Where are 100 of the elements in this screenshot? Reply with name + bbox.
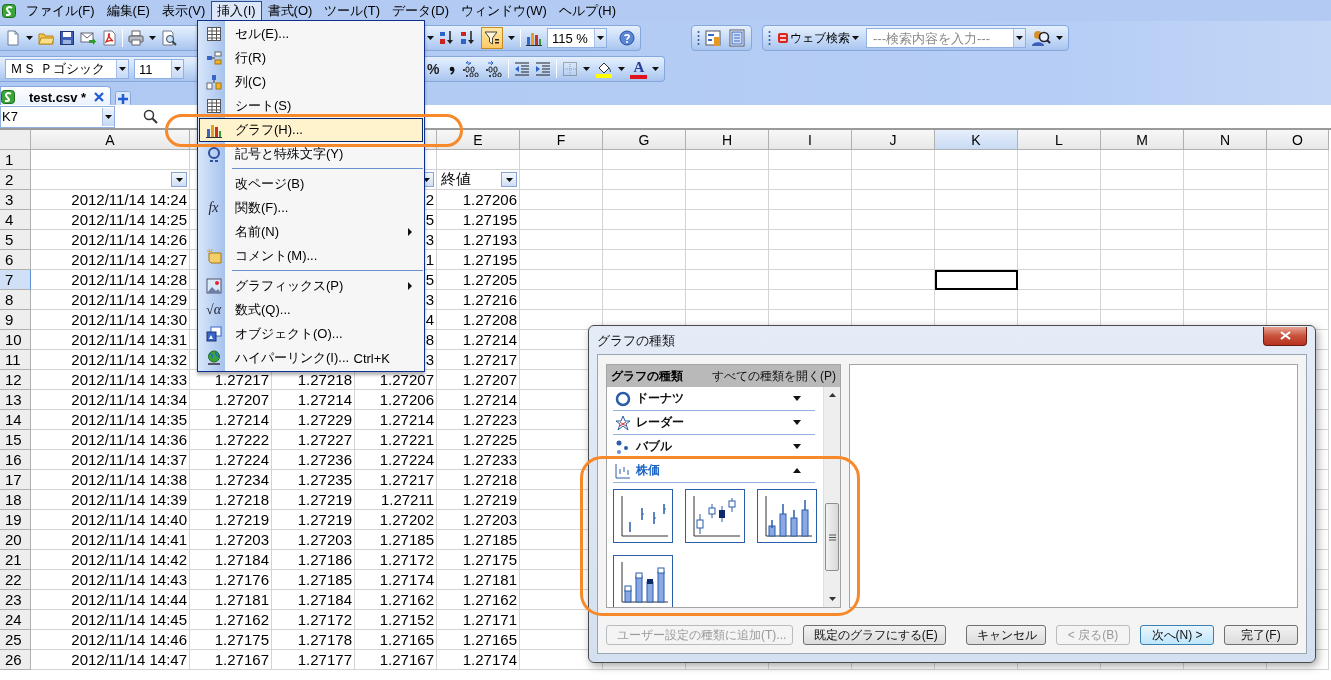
menu-item[interactable]: 行(R) bbox=[199, 46, 423, 70]
sort-descending-icon[interactable] bbox=[460, 30, 476, 46]
help-icon[interactable] bbox=[619, 30, 635, 46]
menu-item[interactable]: シート(S) bbox=[199, 94, 423, 118]
column-header[interactable]: L bbox=[1018, 130, 1101, 150]
row-header[interactable]: 8 bbox=[0, 290, 31, 310]
row-header[interactable]: 4 bbox=[0, 210, 31, 230]
row-header[interactable]: 18 bbox=[0, 490, 31, 510]
menu-bar-item[interactable]: データ(D) bbox=[385, 0, 455, 21]
dialog-button[interactable]: 次へ(N) > bbox=[1140, 625, 1214, 645]
column-header[interactable]: O bbox=[1267, 130, 1329, 150]
caret-icon[interactable] bbox=[119, 67, 126, 71]
column-header[interactable]: H bbox=[686, 130, 769, 150]
font-name-field[interactable]: ＭＳ Ｐゴシック bbox=[5, 59, 129, 79]
caret-icon[interactable] bbox=[1056, 36, 1063, 40]
search-icon[interactable] bbox=[1031, 29, 1051, 47]
caret-icon[interactable] bbox=[597, 36, 604, 40]
dialog-button[interactable]: 完了(F) bbox=[1224, 625, 1298, 645]
envelope-icon[interactable] bbox=[80, 30, 96, 46]
row-header[interactable]: 1 bbox=[0, 150, 31, 170]
toolbar-grip-icon[interactable] bbox=[768, 29, 771, 47]
row-header[interactable]: 13 bbox=[0, 390, 31, 410]
menu-item[interactable]: セル(E)... bbox=[199, 22, 423, 46]
row-header[interactable]: 24 bbox=[0, 610, 31, 630]
close-icon[interactable] bbox=[94, 92, 105, 102]
caret-icon[interactable] bbox=[149, 36, 156, 40]
toolbar-grip-icon[interactable] bbox=[697, 29, 700, 47]
expand-all-link[interactable]: すべての種類を開く(P) bbox=[712, 367, 836, 385]
caret-icon[interactable] bbox=[174, 67, 181, 71]
row-header[interactable]: 15 bbox=[0, 430, 31, 450]
font-color-button[interactable]: A bbox=[630, 59, 648, 79]
menu-bar-item[interactable]: ヘルプ(H) bbox=[552, 0, 622, 21]
caret-icon[interactable] bbox=[583, 67, 591, 71]
scroll-down-arrow-icon[interactable] bbox=[828, 597, 836, 601]
row-header[interactable]: 26 bbox=[0, 650, 31, 670]
row-header[interactable]: 5 bbox=[0, 230, 31, 250]
row-header[interactable]: 2 bbox=[0, 170, 31, 190]
caret-icon[interactable] bbox=[26, 36, 33, 40]
column-header[interactable]: K bbox=[935, 130, 1018, 150]
chart-category[interactable]: レーダー bbox=[613, 411, 815, 435]
scrollbar[interactable] bbox=[823, 387, 840, 607]
row-header[interactable]: 3 bbox=[0, 190, 31, 210]
caret-icon[interactable] bbox=[105, 114, 112, 119]
caret-icon[interactable] bbox=[852, 36, 859, 40]
row-header[interactable]: 7 bbox=[0, 270, 31, 290]
column-header[interactable]: A bbox=[31, 130, 190, 150]
row-header[interactable]: 11 bbox=[0, 350, 31, 370]
decrease-indent-icon[interactable] bbox=[514, 61, 531, 77]
menu-bar-item[interactable]: 表示(V) bbox=[155, 0, 212, 21]
chart-category[interactable]: ドーナツ bbox=[613, 387, 815, 411]
row-header[interactable]: 20 bbox=[0, 530, 31, 550]
search-field[interactable]: ---検索内容を入力--- bbox=[866, 28, 1026, 48]
caret-icon[interactable] bbox=[508, 36, 515, 40]
web-search-button[interactable]: ウェブ検索 bbox=[776, 28, 861, 48]
row-header[interactable]: 12 bbox=[0, 370, 31, 390]
zoom-field[interactable]: 115 % bbox=[547, 28, 607, 48]
decrease-decimal-icon[interactable] bbox=[485, 61, 504, 77]
row-header[interactable]: 23 bbox=[0, 590, 31, 610]
column-header[interactable]: J bbox=[852, 130, 935, 150]
font-size-field[interactable]: 11 bbox=[134, 59, 184, 79]
sheet-tab[interactable]: test.csv * bbox=[0, 86, 112, 107]
form-icon[interactable] bbox=[705, 29, 723, 47]
increase-decimal-icon[interactable] bbox=[462, 61, 481, 77]
menu-bar-item[interactable]: 編集(E) bbox=[100, 0, 156, 21]
name-box[interactable]: K7 bbox=[0, 105, 115, 128]
sort-ascending-icon[interactable] bbox=[439, 30, 455, 46]
row-header[interactable]: 17 bbox=[0, 470, 31, 490]
menu-bar-item[interactable]: 書式(O) bbox=[261, 0, 319, 21]
magnifier-icon[interactable] bbox=[143, 108, 159, 125]
fill-color-icon[interactable] bbox=[595, 60, 614, 78]
menu-bar-item[interactable]: ファイル(F) bbox=[20, 0, 101, 21]
column-header[interactable]: G bbox=[603, 130, 686, 150]
row-header[interactable]: 21 bbox=[0, 550, 31, 570]
column-header[interactable]: F bbox=[520, 130, 603, 150]
chart-subtype-button[interactable] bbox=[613, 555, 673, 607]
caret-icon[interactable] bbox=[427, 36, 434, 40]
filter-dropdown-button[interactable] bbox=[171, 172, 187, 187]
row-header[interactable]: 9 bbox=[0, 310, 31, 330]
menu-item[interactable]: 列(C) bbox=[199, 70, 423, 94]
caret-icon[interactable] bbox=[618, 67, 626, 71]
column-header[interactable]: I bbox=[769, 130, 852, 150]
column-header[interactable]: N bbox=[1184, 130, 1267, 150]
row-header[interactable]: 22 bbox=[0, 570, 31, 590]
caret-icon[interactable] bbox=[652, 67, 660, 71]
scroll-up-arrow-icon[interactable] bbox=[828, 393, 836, 397]
row-header[interactable]: 25 bbox=[0, 630, 31, 650]
menu-item[interactable]: 記号と特殊文字(Y) bbox=[199, 142, 423, 166]
row-header[interactable]: 16 bbox=[0, 450, 31, 470]
dialog-button[interactable]: キャンセル bbox=[965, 625, 1046, 645]
row-header[interactable]: 10 bbox=[0, 330, 31, 350]
new-document-icon[interactable] bbox=[5, 30, 21, 46]
chart-subtype-button[interactable] bbox=[685, 489, 745, 543]
menu-bar-item[interactable]: 挿入(I) bbox=[211, 0, 262, 21]
percent-style-button[interactable]: % bbox=[424, 58, 443, 80]
caret-icon[interactable] bbox=[1016, 36, 1023, 40]
page-layout-icon[interactable] bbox=[728, 29, 746, 47]
close-button[interactable] bbox=[1263, 326, 1307, 346]
increase-indent-icon[interactable] bbox=[535, 61, 552, 77]
chart-subtype-button[interactable] bbox=[757, 489, 817, 543]
chart-category[interactable]: バブル bbox=[613, 435, 815, 459]
